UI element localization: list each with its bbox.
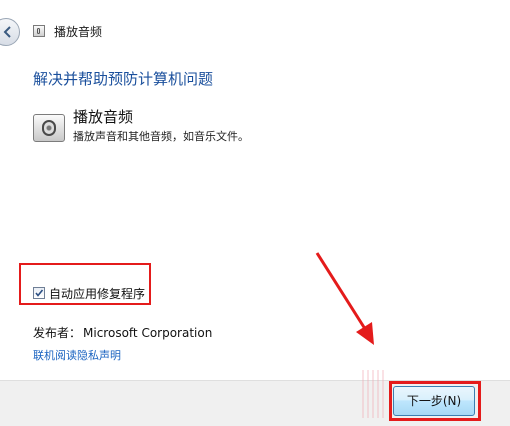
privacy-statement-link[interactable]: 联机阅读隐私声明: [33, 347, 121, 363]
page-heading: 解决并帮助预防计算机问题: [33, 70, 214, 88]
title-bar: 播放音频: [0, 0, 510, 46]
publisher-info: 发布者： Microsoft Corporation: [33, 324, 214, 341]
annotation-arrow: [315, 252, 374, 345]
back-button[interactable]: [0, 18, 20, 46]
auto-apply-label: 自动应用修复程序: [49, 286, 146, 301]
checkmark-icon: [35, 289, 44, 297]
auto-apply-option[interactable]: 自动应用修复程序: [33, 285, 145, 301]
window-title: 播放音频: [54, 25, 103, 39]
background-decoration: [362, 370, 384, 418]
troubleshooter-description: 播放声音和其他音频，如音乐文件。: [73, 130, 249, 143]
auto-apply-checkbox[interactable]: [33, 287, 45, 299]
troubleshooter-name: 播放音频: [73, 108, 134, 126]
troubleshooter-icon: [33, 25, 45, 37]
publisher-label: 发布者：: [33, 326, 82, 340]
publisher-value: Microsoft Corporation: [83, 326, 213, 340]
back-arrow-icon: [3, 26, 11, 38]
speaker-icon: [33, 114, 65, 142]
annotation-highlight-next: [389, 381, 481, 421]
